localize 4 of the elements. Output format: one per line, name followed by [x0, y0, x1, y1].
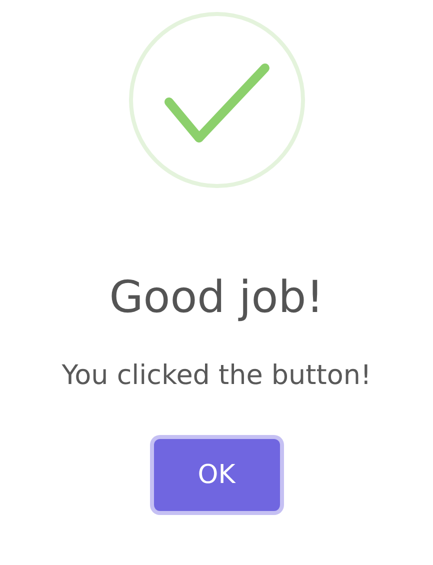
ok-button[interactable]: OK — [154, 439, 280, 511]
dialog-title: Good job! — [109, 276, 324, 320]
dialog-message: You clicked the button! — [62, 362, 372, 389]
check-circle-icon — [126, 10, 306, 190]
